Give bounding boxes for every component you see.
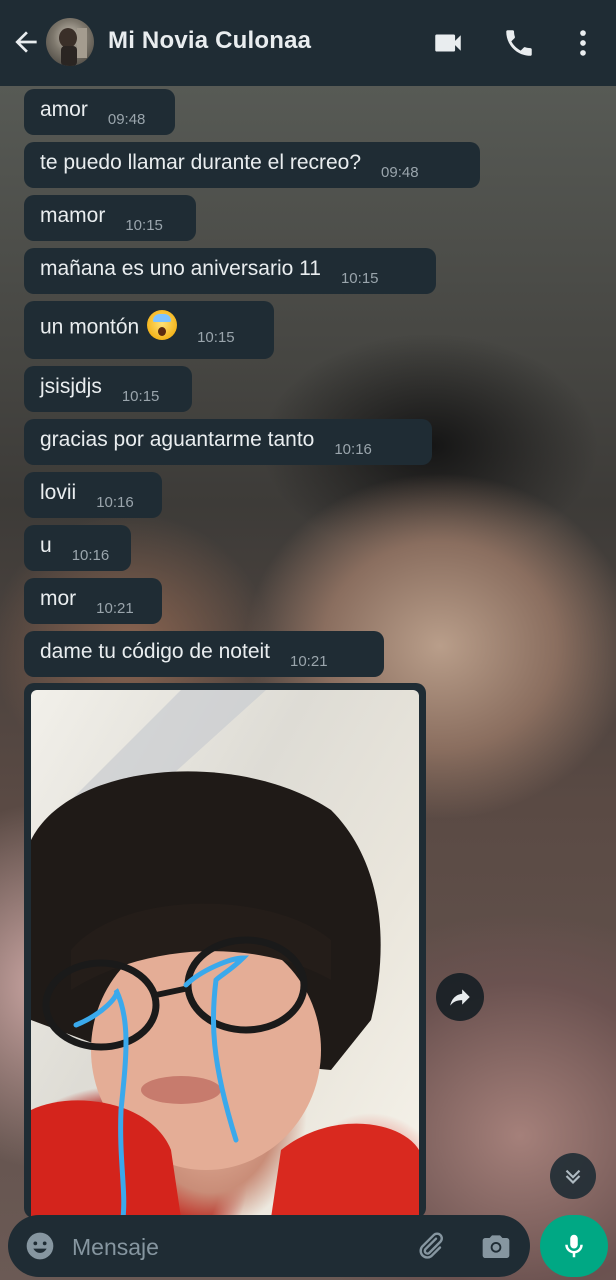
- message-bubble[interactable]: un montón 10:15: [24, 301, 274, 359]
- message-time: 10:15: [125, 216, 163, 234]
- message-composer[interactable]: Mensaje: [8, 1215, 530, 1277]
- message-bubble[interactable]: lovii 10:16: [24, 472, 162, 518]
- message-input[interactable]: Mensaje: [72, 1234, 159, 1261]
- message-time: 09:48: [381, 163, 419, 181]
- message-text: jsisjdjs: [40, 375, 102, 398]
- message-bubble[interactable]: amor 09:48: [24, 89, 175, 135]
- chat-header: Mi Novia Culonaa: [0, 0, 616, 86]
- message-time: 09:48: [107, 110, 146, 128]
- face-screaming-in-fear-icon: [147, 310, 178, 340]
- message-text: lovii: [40, 481, 77, 504]
- scroll-to-bottom-button[interactable]: [550, 1153, 596, 1199]
- message-time: 10:15: [340, 269, 379, 287]
- message-bubble[interactable]: mamor 10:15: [24, 195, 196, 241]
- message-time: 10:16: [71, 546, 110, 564]
- message-bubble[interactable]: mor 10:21: [24, 578, 162, 624]
- emoji-icon[interactable]: [24, 1230, 56, 1262]
- video-call-icon[interactable]: [431, 26, 465, 60]
- message-text: mor: [40, 587, 77, 610]
- message-bubble[interactable]: jsisjdjs 10:15: [24, 366, 192, 412]
- message-bubble[interactable]: te puedo llamar durante el recreo? 09:48: [24, 142, 480, 188]
- message-time: 10:16: [96, 493, 134, 511]
- message-text: un montón: [40, 310, 178, 340]
- message-text: amor: [40, 98, 88, 121]
- message-time: 10:21: [96, 599, 134, 617]
- contact-avatar[interactable]: [46, 18, 94, 66]
- double-chevron-down-icon: [565, 1169, 581, 1185]
- camera-icon[interactable]: [480, 1230, 512, 1262]
- message-text: u: [40, 534, 52, 557]
- contact-name[interactable]: Mi Novia Culonaa: [108, 27, 311, 55]
- attach-icon[interactable]: [414, 1230, 446, 1262]
- image-message-bubble[interactable]: [24, 683, 426, 1218]
- message-text: te puedo llamar durante el recreo?: [40, 151, 362, 174]
- message-time: 10:15: [121, 387, 160, 405]
- message-text: mamor: [40, 204, 106, 227]
- message-time: 10:16: [334, 440, 372, 458]
- message-bubble[interactable]: dame tu código de noteit 10:21: [24, 631, 384, 677]
- message-bubble[interactable]: mañana es uno aniversario 11 10:15: [24, 248, 436, 294]
- mic-icon: [565, 1234, 583, 1258]
- message-time: 10:15: [197, 328, 235, 346]
- message-text: dame tu código de noteit: [40, 640, 270, 663]
- mic-button[interactable]: [540, 1215, 608, 1277]
- image-message-photo[interactable]: [31, 690, 419, 1218]
- message-bubble[interactable]: u 10:16: [24, 525, 131, 571]
- message-time: 10:21: [290, 652, 328, 670]
- voice-call-icon[interactable]: [502, 26, 536, 60]
- message-text: mañana es uno aniversario 11: [40, 257, 321, 280]
- message-text: gracias por aguantarme tanto: [40, 428, 315, 451]
- back-arrow-icon[interactable]: [10, 26, 42, 58]
- message-bubble[interactable]: gracias por aguantarme tanto 10:16: [24, 419, 432, 465]
- more-options-icon[interactable]: [566, 26, 600, 60]
- forward-icon[interactable]: [436, 973, 484, 1021]
